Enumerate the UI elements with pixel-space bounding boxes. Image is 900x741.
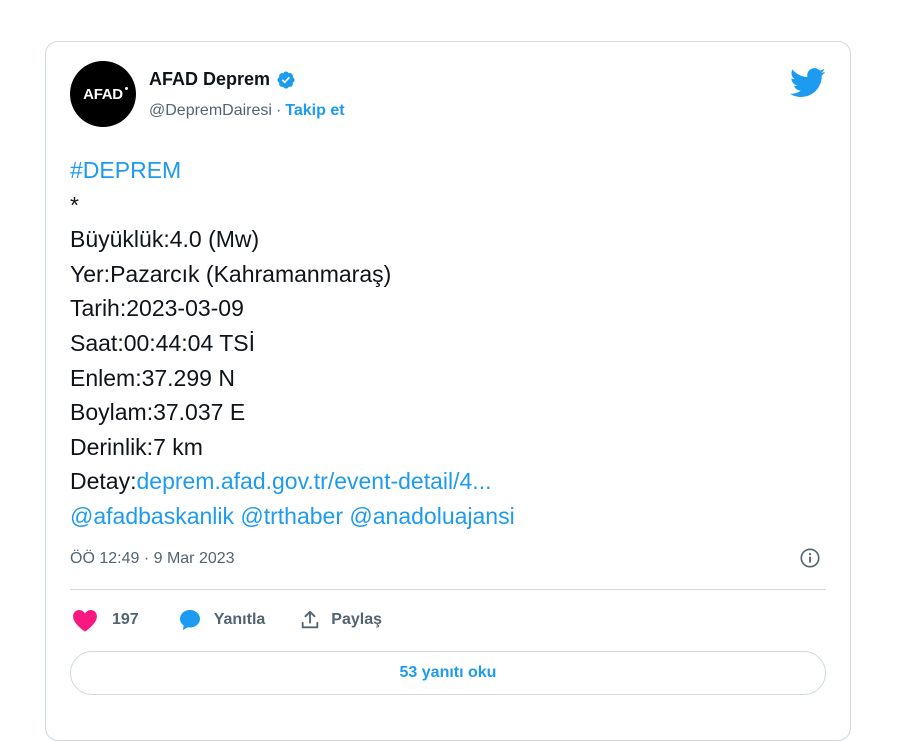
info-icon[interactable] <box>799 547 821 569</box>
handle-separator: · <box>275 102 282 119</box>
author-handle-row: @DepremDairesi · Takip et <box>149 102 345 120</box>
tweet-asterisk: * <box>70 191 79 218</box>
twitter-bird-icon[interactable] <box>790 68 826 98</box>
tweet-actions: 197 Yanıtla Paylaş <box>72 608 382 632</box>
divider <box>70 589 826 590</box>
location-line: Yer:Pazarcık (Kahramanmaraş) <box>70 260 392 287</box>
detail-line: Detay:deprem.afad.gov.tr/event-detail/4.… <box>70 464 515 499</box>
tweet-card: AFAD AFAD Deprem @DepremDairesi · Takip … <box>45 41 851 741</box>
tweet-timestamp[interactable]: ÖÖ 12:49 · 9 Mar 2023 <box>70 550 235 568</box>
hashtag-link[interactable]: #DEPREM <box>70 153 515 188</box>
avatar[interactable]: AFAD <box>70 61 136 127</box>
verified-badge-icon <box>277 70 295 89</box>
share-button[interactable]: Paylaş <box>299 609 382 631</box>
depth-line: Derinlik:7 km <box>70 433 203 460</box>
mention-link[interactable]: @trthaber <box>240 503 343 529</box>
reply-bubble-icon <box>179 610 200 630</box>
author-display-name[interactable]: AFAD Deprem <box>149 69 270 90</box>
share-label: Paylaş <box>331 611 382 628</box>
mentions-line: @afadbaskanlik @trthaber @anadoluajansi <box>70 499 515 534</box>
longitude-line: Boylam:37.037 E <box>70 399 246 426</box>
read-replies-button[interactable]: 53 yanıtı oku <box>70 651 826 695</box>
like-count: 197 <box>112 611 139 628</box>
detail-prefix: Detay: <box>70 468 137 495</box>
tweet-body: #DEPREM * Büyüklük:4.0 (Mw) Yer:Pazarcık… <box>70 153 515 534</box>
author-handle[interactable]: @DepremDairesi <box>149 102 272 120</box>
date-line: Tarih:2023-03-09 <box>70 295 244 322</box>
mention-link[interactable]: @anadoluajansi <box>349 503 514 529</box>
follow-link[interactable]: Takip et <box>285 102 344 120</box>
time-line: Saat:00:44:04 TSİ <box>70 329 255 356</box>
latitude-line: Enlem:37.299 N <box>70 364 235 391</box>
author-name-row: AFAD Deprem <box>149 69 296 90</box>
heart-icon <box>73 610 97 632</box>
share-icon <box>302 610 319 629</box>
reply-label: Yanıtla <box>213 611 266 628</box>
mention-link[interactable]: @afadbaskanlik <box>70 503 234 529</box>
detail-link[interactable]: deprem.afad.gov.tr/event-detail/4... <box>136 468 491 494</box>
like-button[interactable]: 197 <box>72 608 139 632</box>
magnitude-line: Büyüklük:4.0 (Mw) <box>70 226 260 253</box>
reply-button[interactable]: Yanıtla <box>178 608 266 632</box>
avatar-logo-text: AFAD <box>83 85 128 103</box>
